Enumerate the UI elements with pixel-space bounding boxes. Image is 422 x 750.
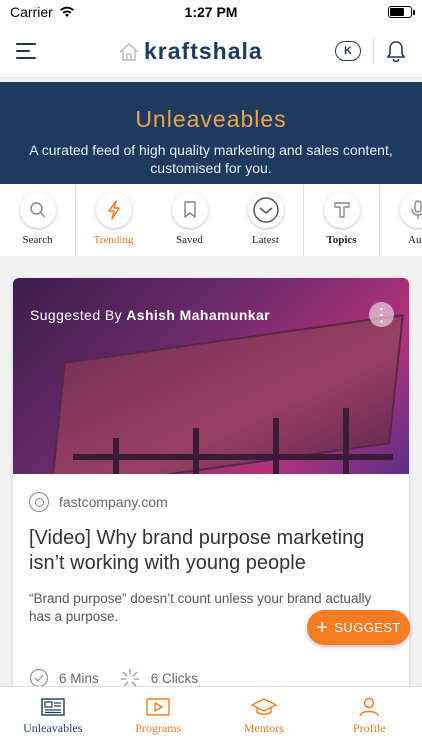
clicks-text: 6 Clicks [150,670,199,686]
nav-trending-button[interactable] [95,192,132,228]
tab-profile[interactable]: Profile [317,687,422,750]
more-icon: ⋮ [372,304,391,325]
more-options-button[interactable]: ⋮ [369,302,394,327]
nav-label-search: Search [22,234,53,246]
nav-saved-button[interactable] [171,192,208,228]
tab-label-profile: Profile [352,721,386,735]
newspaper-icon [41,698,65,716]
coins-badge[interactable]: K [335,40,361,61]
coins-badge-letter: K [344,44,352,57]
search-icon [29,202,46,218]
bell-icon[interactable] [386,40,406,62]
battery-icon [388,6,415,18]
lightning-icon [107,200,120,220]
tab-programs[interactable]: Programs [106,687,212,750]
article-meta: 6 Mins 6 Clicks [29,668,208,688]
header-divider [373,37,374,64]
nav-item-audio[interactable]: Aud [380,184,422,256]
suggest-label: SUGGEST [334,620,401,635]
brand-logo: kraftshala [118,38,263,65]
play-icon [146,698,170,716]
clock-icon [252,197,279,223]
wifi-icon [59,6,74,17]
check-circle-icon [29,668,49,688]
nav-label-saved: Saved [176,234,203,246]
billboard-shape [50,314,404,474]
nav-item-topics[interactable]: Topics [304,184,380,256]
source-domain: fastcompany.com [59,494,168,510]
source-icon [29,492,49,512]
duration-text: 6 Mins [59,670,99,686]
clicks-meta: 6 Clicks [119,668,198,688]
suggested-name: Ashish Mahamunkar [126,307,271,323]
graduation-cap-icon [251,698,277,715]
menu-icon[interactable] [16,42,38,59]
article-image[interactable]: Suggested By Ashish Mahamunkar ⋮ [13,278,409,474]
home-icon [119,42,139,61]
user-icon [359,697,379,717]
suggested-by: Suggested By Ashish Mahamunkar [30,307,270,323]
tab-label-mentors: Mentors [243,721,284,735]
article-title[interactable]: [Video] Why brand purpose marketing isn’… [13,512,409,576]
nav-label-topics: Topics [326,234,357,246]
carrier-label: Carrier [10,4,53,20]
brand-name: kraftshala [144,38,263,64]
suggest-button[interactable]: + SUGGEST [307,610,410,645]
plus-icon: + [316,616,329,639]
nav-label-latest: Latest [252,234,279,246]
battery-level [390,8,404,16]
nav-item-trending[interactable]: Trending [76,184,152,256]
topics-icon [333,202,350,218]
tab-mentors[interactable]: Mentors [211,687,317,750]
status-left: Carrier [10,4,75,20]
tab-label-unleavables: Unleavables [23,721,83,735]
nav-label-trending: Trending [93,234,134,246]
click-burst-icon [120,669,139,687]
nav-item-search[interactable]: Search [0,184,76,256]
header-actions: K [335,37,406,64]
source-row: fastcompany.com [13,474,409,512]
duration-meta: 6 Mins [29,668,99,688]
nav-search-button[interactable] [19,192,56,228]
hero-subtitle: A curated feed of high quality marketing… [29,142,393,176]
hero-banner: Unleaveables A curated feed of high qual… [0,82,422,184]
bottom-nav: Unleavables Programs Mentors Profile [0,686,422,750]
hero-title: Unleaveables [135,106,287,132]
nav-topics-button[interactable] [323,192,360,228]
status-bar: Carrier 1:27 PM [0,0,422,24]
nav-latest-button[interactable] [247,192,284,228]
category-nav: Search Trending Saved Latest Topics Au [0,184,422,256]
app-header: kraftshala K [0,24,422,78]
microphone-icon [410,200,422,219]
tab-unleavables[interactable]: Unleavables [0,687,106,750]
suggested-prefix: Suggested By [30,307,122,323]
nav-audio-button[interactable] [399,192,422,228]
tab-label-programs: Programs [135,721,182,735]
nav-item-latest[interactable]: Latest [228,184,304,256]
nav-label-audio: Aud [408,234,422,246]
bookmark-icon [183,201,196,218]
nav-item-saved[interactable]: Saved [152,184,228,256]
